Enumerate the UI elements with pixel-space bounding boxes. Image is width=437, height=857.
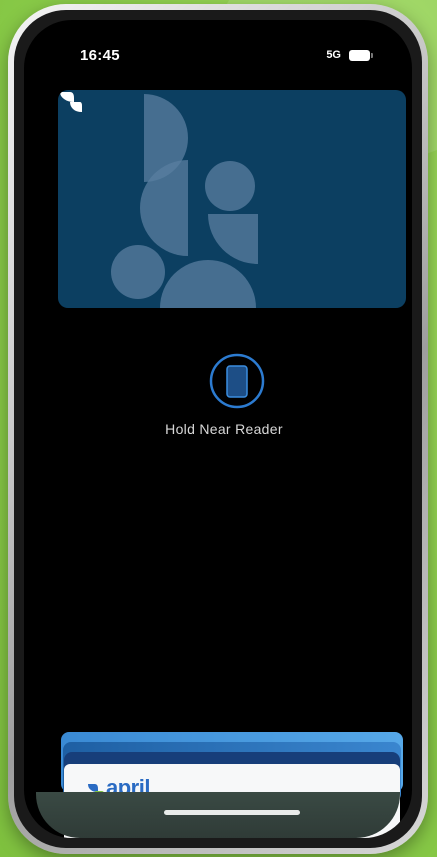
phone-nfc-ring-icon xyxy=(209,353,265,409)
status-indicators: 5G xyxy=(326,49,373,61)
hold-near-reader-label: Hold Near Reader xyxy=(165,421,283,437)
card-pattern-icon xyxy=(111,94,258,308)
april-leaf-logo-icon xyxy=(60,92,82,112)
home-indicator[interactable] xyxy=(164,810,300,815)
bottom-bar xyxy=(36,792,400,838)
phone-frame: 16:45 5G Hold Near Reader april xyxy=(8,4,428,854)
battery-icon xyxy=(349,49,373,61)
phone-bezel: 16:45 5G Hold Near Reader april xyxy=(14,10,422,848)
status-time: 16:45 xyxy=(80,47,120,64)
pass-card[interactable] xyxy=(58,90,406,308)
wallet-screen: 16:45 5G Hold Near Reader april xyxy=(24,20,412,838)
network-indicator: 5G xyxy=(326,49,341,61)
